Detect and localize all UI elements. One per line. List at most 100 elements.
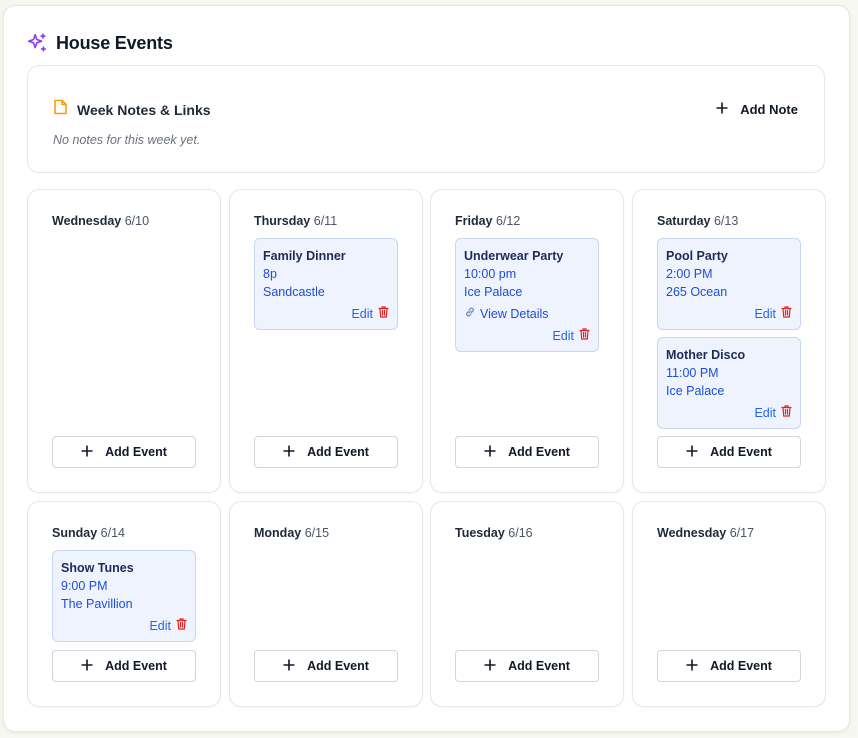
plus-icon — [716, 102, 728, 117]
plus-icon — [484, 445, 496, 460]
day-card: Wednesday 6/17 Add Event — [632, 501, 826, 707]
add-note-button[interactable]: Add Note — [712, 100, 802, 119]
day-date: 6/17 — [729, 526, 755, 540]
add-event-button[interactable]: Add Event — [52, 436, 196, 468]
day-card: Tuesday 6/16 Add Event — [430, 501, 624, 707]
event-title: Family Dinner — [263, 249, 346, 263]
sparkles-icon — [26, 32, 48, 54]
day-card: Monday 6/15 Add Event — [229, 501, 423, 707]
day-label: Sunday 6/14 — [52, 526, 125, 540]
add-event-button[interactable]: Add Event — [254, 436, 398, 468]
day-date: 6/13 — [713, 214, 739, 228]
event-time: 2:00 PM — [666, 267, 713, 281]
plus-icon — [283, 445, 295, 460]
day-label: Monday 6/15 — [254, 526, 329, 540]
event-title: Mother Disco — [666, 348, 746, 362]
plus-icon — [283, 659, 295, 674]
plus-icon — [686, 445, 698, 460]
event-card[interactable]: Show Tunes 9:00 PM The Pavillion Edit — [52, 550, 196, 642]
day-label: Saturday 6/13 — [657, 214, 738, 228]
add-event-label: Add Event — [710, 659, 772, 673]
day-name: Wednesday — [657, 526, 727, 540]
plus-icon — [81, 445, 93, 460]
view-details-link[interactable]: View Details — [464, 305, 590, 323]
add-event-button[interactable]: Add Event — [455, 650, 599, 682]
day-name: Saturday — [657, 214, 711, 228]
event-actions: Edit — [666, 404, 792, 422]
add-event-button[interactable]: Add Event — [254, 650, 398, 682]
add-event-button[interactable]: Add Event — [455, 436, 599, 468]
edit-event-button[interactable]: Edit — [754, 406, 776, 420]
day-name: Thursday — [254, 214, 311, 228]
event-list: Underwear Party 10:00 pm Ice Palace View De… — [455, 238, 599, 359]
event-location: Ice Palace — [464, 285, 523, 299]
event-actions: Edit — [464, 327, 590, 345]
week-notes-card: Week Notes & Links No notes for this wee… — [27, 65, 825, 173]
link-icon — [464, 305, 476, 323]
event-time: 8p — [263, 267, 277, 281]
event-time: 9:00 PM — [61, 579, 108, 593]
trash-icon[interactable] — [781, 305, 792, 323]
trash-icon[interactable] — [176, 617, 187, 635]
week-notes-header: Week Notes & Links — [53, 99, 211, 120]
trash-icon[interactable] — [781, 404, 792, 422]
day-name: Monday — [254, 526, 302, 540]
event-list: Show Tunes 9:00 PM The Pavillion Edit — [52, 550, 196, 649]
trash-icon[interactable] — [378, 305, 389, 323]
add-event-label: Add Event — [105, 659, 167, 673]
add-event-label: Add Event — [508, 445, 570, 459]
day-card: Wednesday 6/10 Add Event — [27, 189, 221, 493]
event-card[interactable]: Underwear Party 10:00 pm Ice Palace View De… — [455, 238, 599, 352]
event-title: Pool Party — [666, 249, 728, 263]
add-event-button[interactable]: Add Event — [657, 650, 801, 682]
event-list: Pool Party 2:00 PM 265 Ocean Edit Mother Dis… — [657, 238, 801, 436]
day-card: Thursday 6/11 Family Dinner 8p Sandcastle Ed… — [229, 189, 423, 493]
day-label: Friday 6/12 — [455, 214, 520, 228]
day-date: 6/15 — [304, 526, 330, 540]
event-location: 265 Ocean — [666, 285, 728, 299]
event-actions: Edit — [263, 305, 389, 323]
event-card[interactable]: Pool Party 2:00 PM 265 Ocean Edit — [657, 238, 801, 330]
edit-event-button[interactable]: Edit — [149, 619, 171, 633]
day-date: 6/12 — [496, 214, 521, 228]
event-card[interactable]: Family Dinner 8p Sandcastle Edit — [254, 238, 398, 330]
view-details-label: View Details — [480, 307, 549, 321]
add-event-label: Add Event — [508, 659, 570, 673]
day-label: Wednesday 6/10 — [52, 214, 149, 228]
app-header: House Events — [26, 32, 173, 54]
trash-icon[interactable] — [579, 327, 590, 345]
event-title: Show Tunes — [61, 561, 134, 575]
plus-icon — [81, 659, 93, 674]
day-label: Thursday 6/11 — [254, 214, 337, 228]
add-event-button[interactable]: Add Event — [657, 436, 801, 468]
day-name: Friday — [455, 214, 493, 228]
day-date: 6/11 — [313, 214, 338, 228]
add-event-label: Add Event — [307, 659, 369, 673]
event-location: The Pavillion — [61, 597, 133, 611]
plus-icon — [686, 659, 698, 674]
day-card: Friday 6/12 Underwear Party 10:00 pm Ice Pa… — [430, 189, 624, 493]
add-event-label: Add Event — [105, 445, 167, 459]
event-time: 11:00 PM — [666, 366, 719, 380]
note-file-icon — [53, 99, 68, 120]
day-date: 6/14 — [100, 526, 125, 540]
day-label: Wednesday 6/17 — [657, 526, 754, 540]
edit-event-button[interactable]: Edit — [754, 307, 776, 321]
day-card: Saturday 6/13 Pool Party 2:00 PM 265 Ocean E… — [632, 189, 826, 493]
add-event-label: Add Event — [710, 445, 772, 459]
week-notes-empty-text: No notes for this week yet. — [53, 133, 201, 147]
day-label: Tuesday 6/16 — [455, 526, 533, 540]
day-card: Sunday 6/14 Show Tunes 9:00 PM The Pavillio… — [27, 501, 221, 707]
event-card[interactable]: Mother Disco 11:00 PM Ice Palace Edit — [657, 337, 801, 429]
edit-event-button[interactable]: Edit — [351, 307, 373, 321]
plus-icon — [484, 659, 496, 674]
event-time: 10:00 pm — [464, 267, 517, 281]
edit-event-button[interactable]: Edit — [552, 329, 574, 343]
day-name: Sunday — [52, 526, 98, 540]
event-location: Ice Palace — [666, 384, 725, 398]
event-list: Family Dinner 8p Sandcastle Edit — [254, 238, 398, 337]
day-name: Wednesday — [52, 214, 122, 228]
add-note-label: Add Note — [740, 102, 798, 117]
add-event-button[interactable]: Add Event — [52, 650, 196, 682]
event-actions: Edit — [666, 305, 792, 323]
